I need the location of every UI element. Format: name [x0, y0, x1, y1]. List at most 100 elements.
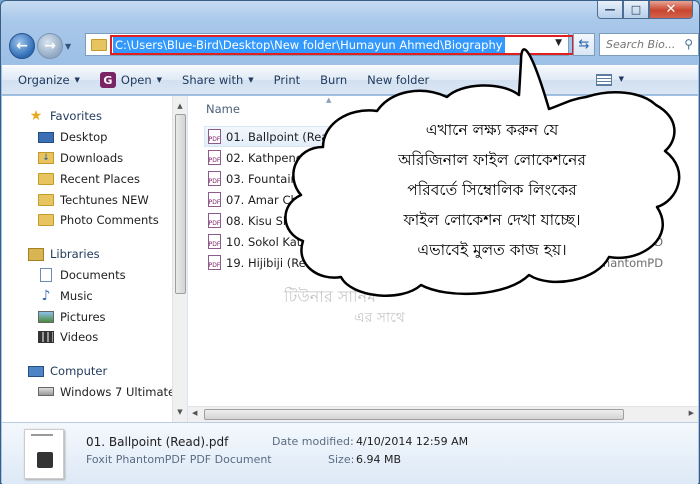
foxit-icon: G — [99, 72, 116, 88]
address-bar[interactable]: C:\Users\Blue-Bird\Desktop\New folder\Hu… — [85, 33, 574, 56]
refresh-icon: ⇆ — [578, 37, 590, 52]
sidebar-item-label: Downloads — [60, 150, 124, 165]
sidebar-item-documents[interactable]: Documents — [2, 265, 187, 286]
sidebar-item-label: Computer — [50, 364, 108, 379]
scroll-up-icon[interactable]: ▲ — [173, 98, 187, 114]
recent-pages-dropdown[interactable]: ▼ — [65, 42, 77, 51]
back-button[interactable]: ← — [9, 33, 35, 59]
pdf-file-icon: PDF — [208, 150, 221, 165]
close-button[interactable]: ✕ — [649, 1, 693, 19]
computer-icon — [28, 365, 44, 377]
folder-icon — [38, 214, 54, 227]
search-box[interactable]: ⚲ — [599, 33, 699, 56]
sidebar-item-windows-7-ultimate[interactable]: Windows 7 Ultimate — [2, 382, 187, 403]
file-name: 07. Amar Chelebela (Re — [226, 192, 363, 207]
view-dropdown-icon[interactable]: ▼ — [619, 75, 624, 83]
minimize-button[interactable]: — — [597, 1, 623, 19]
sidebar-item-label: Recent Places — [60, 171, 140, 186]
scroll-thumb[interactable] — [175, 114, 186, 294]
organize-button[interactable]: Organize ▼ — [18, 73, 80, 87]
search-icon[interactable]: ⚲ — [684, 37, 693, 51]
size-value: 6.94 MB — [356, 453, 402, 466]
sidebar-item-techtunes-new[interactable]: Techtunes NEW — [2, 189, 187, 210]
sidebar-item-label: Libraries — [50, 247, 100, 262]
recent-places-icon — [38, 172, 54, 185]
print-button[interactable]: Print — [274, 73, 300, 87]
share-with-button[interactable]: Share with ▼ — [182, 73, 254, 87]
size-label: Size: — [328, 453, 355, 466]
refresh-button[interactable]: ⇆ — [573, 33, 595, 56]
sidebar-scrollbar[interactable]: ▲ ▼ — [172, 96, 187, 422]
column-name-header[interactable]: Name — [202, 102, 240, 116]
chevron-down-icon: ▼ — [156, 76, 163, 84]
burn-label: Burn — [320, 73, 348, 87]
sidebar-item-downloads[interactable]: ↓ Downloads — [2, 148, 187, 169]
caption-buttons: — □ ✕ — [597, 1, 693, 21]
pdf-file-icon: PDF — [208, 213, 221, 228]
scroll-thumb[interactable] — [204, 409, 624, 420]
sidebar-item-label: Music — [60, 288, 93, 303]
sidebar-item-label: Documents — [60, 267, 126, 282]
details-file-type: Foxit PhantomPDF PDF Document — [86, 453, 272, 466]
open-label: Open — [120, 73, 152, 87]
sidebar-item-videos[interactable]: Videos — [2, 327, 187, 348]
sidebar-item-recent-places[interactable]: Recent Places — [2, 168, 187, 189]
watermark-line2: এর সাথে — [354, 310, 405, 326]
address-dropdown-icon[interactable]: ▼ — [555, 38, 562, 48]
sort-arrow-icon: ▲ — [326, 96, 332, 104]
date-modified-value: 4/10/2014 12:59 AM — [356, 435, 469, 448]
music-icon: ♪ — [41, 287, 51, 304]
details-file-name: 01. Ballpoint (Read).pdf — [86, 435, 229, 449]
maximize-button[interactable]: □ — [623, 1, 649, 19]
sidebar-libraries[interactable]: Libraries — [2, 244, 187, 265]
file-thumbnail — [24, 429, 64, 479]
callout-text: এখানে লক্ষ্য করুন যে অরিজিনাল ফাইল লোকেশ… — [398, 121, 586, 259]
pdf-file-icon: PDF — [208, 234, 221, 249]
chevron-down-icon: ▼ — [74, 76, 80, 84]
new-folder-button[interactable]: New folder — [367, 73, 429, 87]
sidebar-computer[interactable]: Computer — [2, 361, 187, 382]
sidebar-item-desktop[interactable]: Desktop — [2, 127, 187, 148]
sidebar-item-label: Favorites — [50, 109, 102, 124]
sidebar-item-label: Photo Comments — [60, 213, 159, 228]
documents-icon — [40, 267, 52, 282]
pictures-icon — [38, 310, 54, 323]
scroll-left-icon[interactable]: ◀ — [192, 409, 197, 417]
scroll-down-icon[interactable]: ▼ — [173, 404, 187, 420]
downloads-icon: ↓ — [38, 151, 54, 164]
pdf-file-icon: PDF — [208, 255, 221, 270]
address-highlight-box — [110, 35, 574, 55]
navigation-bar: ← → ▼ C:\Users\Blue-Bird\Desktop\New fol… — [9, 29, 699, 63]
new-folder-label: New folder — [367, 73, 430, 87]
print-label: Print — [273, 73, 301, 87]
file-name: 03. Fountain Pen.pdf — [226, 171, 345, 186]
sidebar-item-photo-comments[interactable]: Photo Comments — [2, 210, 187, 231]
sidebar-item-label: Techtunes NEW — [60, 192, 149, 207]
forward-arrow-icon: → — [44, 38, 56, 54]
open-button[interactable]: G Open ▼ — [99, 72, 163, 88]
file-name: 02. Kathpencil.pdf — [226, 150, 331, 165]
view-options-icon[interactable] — [596, 74, 612, 86]
forward-button[interactable]: → — [37, 33, 63, 59]
pdf-file-icon: PDF — [208, 129, 221, 144]
sidebar-item-music[interactable]: ♪ Music — [2, 285, 187, 306]
sidebar-item-pictures[interactable]: Pictures — [2, 306, 187, 327]
file-name: 10. Sokol Kata Dhonno — [226, 234, 357, 249]
horizontal-scrollbar[interactable]: ◀ ▶ — [188, 406, 698, 422]
file-name: 08. Kisu Shoisob (Read — [226, 213, 358, 228]
sidebar-item-label: Pictures — [60, 309, 106, 324]
explorer-window: — □ ✕ ← → ▼ C:\Users\Blue-Bird\Desktop\N… — [0, 0, 700, 484]
search-input[interactable] — [606, 38, 676, 51]
sidebar-item-label: Windows 7 Ultimate — [60, 384, 176, 399]
videos-icon — [38, 331, 54, 344]
sidebar-item-label: Desktop — [60, 130, 108, 145]
folder-icon — [91, 38, 107, 51]
sidebar-favorites[interactable]: ★ Favorites — [2, 106, 187, 127]
burn-button[interactable]: Burn — [320, 73, 347, 87]
folder-icon — [38, 193, 54, 206]
file-name: 19. Hijibiji (Read).pdf — [226, 255, 347, 270]
drive-icon — [38, 387, 54, 397]
details-pane: 01. Ballpoint (Read).pdf Foxit PhantomPD… — [2, 422, 698, 484]
file-name: 01. Ballpoint (Read).pdf — [226, 129, 363, 144]
scroll-right-icon[interactable]: ▶ — [689, 409, 694, 417]
